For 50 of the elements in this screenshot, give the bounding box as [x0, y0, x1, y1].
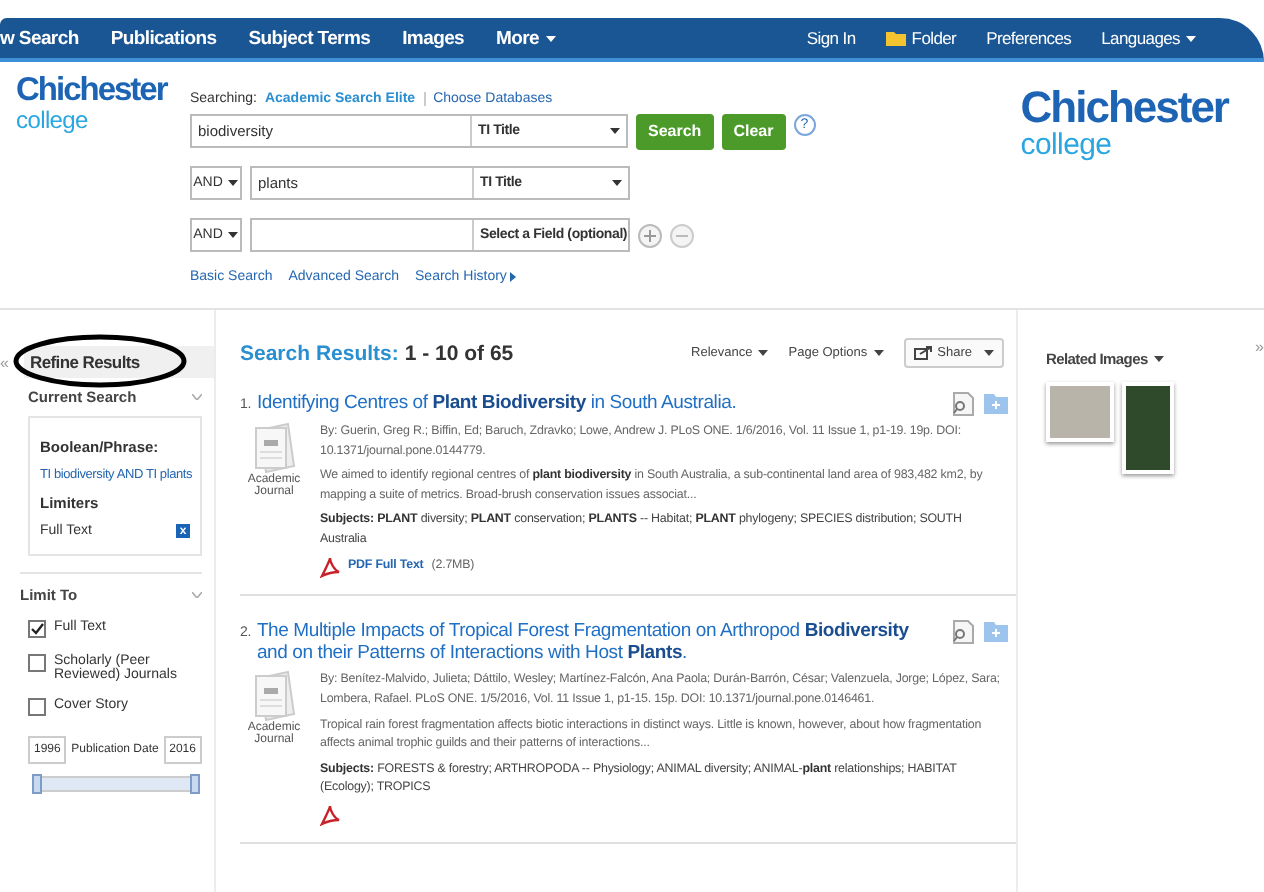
logo-name: Chichester — [16, 74, 170, 107]
logo-subtitle: college — [16, 107, 90, 131]
remove-row-icon — [670, 223, 694, 247]
results-count: 1 - 10 of 65 — [404, 341, 514, 365]
nav-link[interactable]: Languages — [1101, 28, 1196, 48]
share-icon — [913, 346, 932, 360]
nav-link[interactable]: Folder — [885, 28, 957, 48]
checkmark-icon — [30, 622, 44, 636]
caret-icon — [758, 350, 769, 356]
checkbox[interactable] — [28, 620, 46, 638]
journal-icon — [252, 422, 296, 474]
caret-icon — [984, 350, 994, 356]
chevron-icon — [192, 592, 202, 598]
caret-icon — [612, 180, 622, 186]
results-heading: Search Results: — [240, 341, 399, 365]
panel-title: Refine Results — [24, 346, 214, 378]
nav-link[interactable]: More — [496, 27, 556, 49]
caret-icon — [873, 350, 884, 356]
add-to-folder-icon — [984, 392, 1008, 414]
caret-icon — [1186, 35, 1196, 41]
caret-icon — [228, 180, 239, 186]
caret-icon — [228, 232, 239, 238]
search-button[interactable]: Search — [636, 113, 714, 149]
caret-icon — [610, 128, 620, 134]
logo-name: Chichester — [1020, 86, 1228, 130]
result-title-link[interactable]: The Multiple Impacts of Tropical Forest Fragmentation on Arthropod Biodiversity and on their Patterns of Interactions with Host Plants. — [256, 619, 940, 665]
preview-icon — [952, 392, 974, 416]
checkbox[interactable] — [28, 654, 46, 672]
nav-link[interactable]: Preferences — [986, 28, 1072, 48]
journal-icon — [252, 670, 296, 723]
slider-handle[interactable] — [32, 774, 42, 794]
caret-icon — [1153, 356, 1164, 362]
preview-icon — [952, 619, 974, 644]
add-row-icon — [638, 223, 662, 247]
triangle-icon — [510, 272, 517, 282]
nav-link[interactable]: Publications — [110, 27, 217, 49]
clear-button[interactable]: Clear — [721, 113, 786, 149]
nav-link[interactable]: w Search — [0, 27, 79, 49]
add-to-folder-icon — [984, 619, 1008, 642]
photo-placeholder[interactable] — [1122, 382, 1174, 474]
chevron-icon — [192, 394, 202, 400]
slider-handle[interactable] — [190, 774, 200, 794]
nav-link[interactable]: Images — [402, 27, 465, 49]
checkbox[interactable] — [28, 698, 46, 716]
nav-link[interactable]: Subject Terms — [248, 27, 371, 49]
logo-subtitle: college — [1020, 130, 1114, 160]
caret-icon — [545, 35, 556, 41]
folder-icon — [885, 30, 906, 46]
result-title-link[interactable]: Identifying Centres of Plant Biodiversity in South Australia. — [256, 392, 737, 415]
nav-link[interactable]: Sign In — [806, 28, 856, 48]
